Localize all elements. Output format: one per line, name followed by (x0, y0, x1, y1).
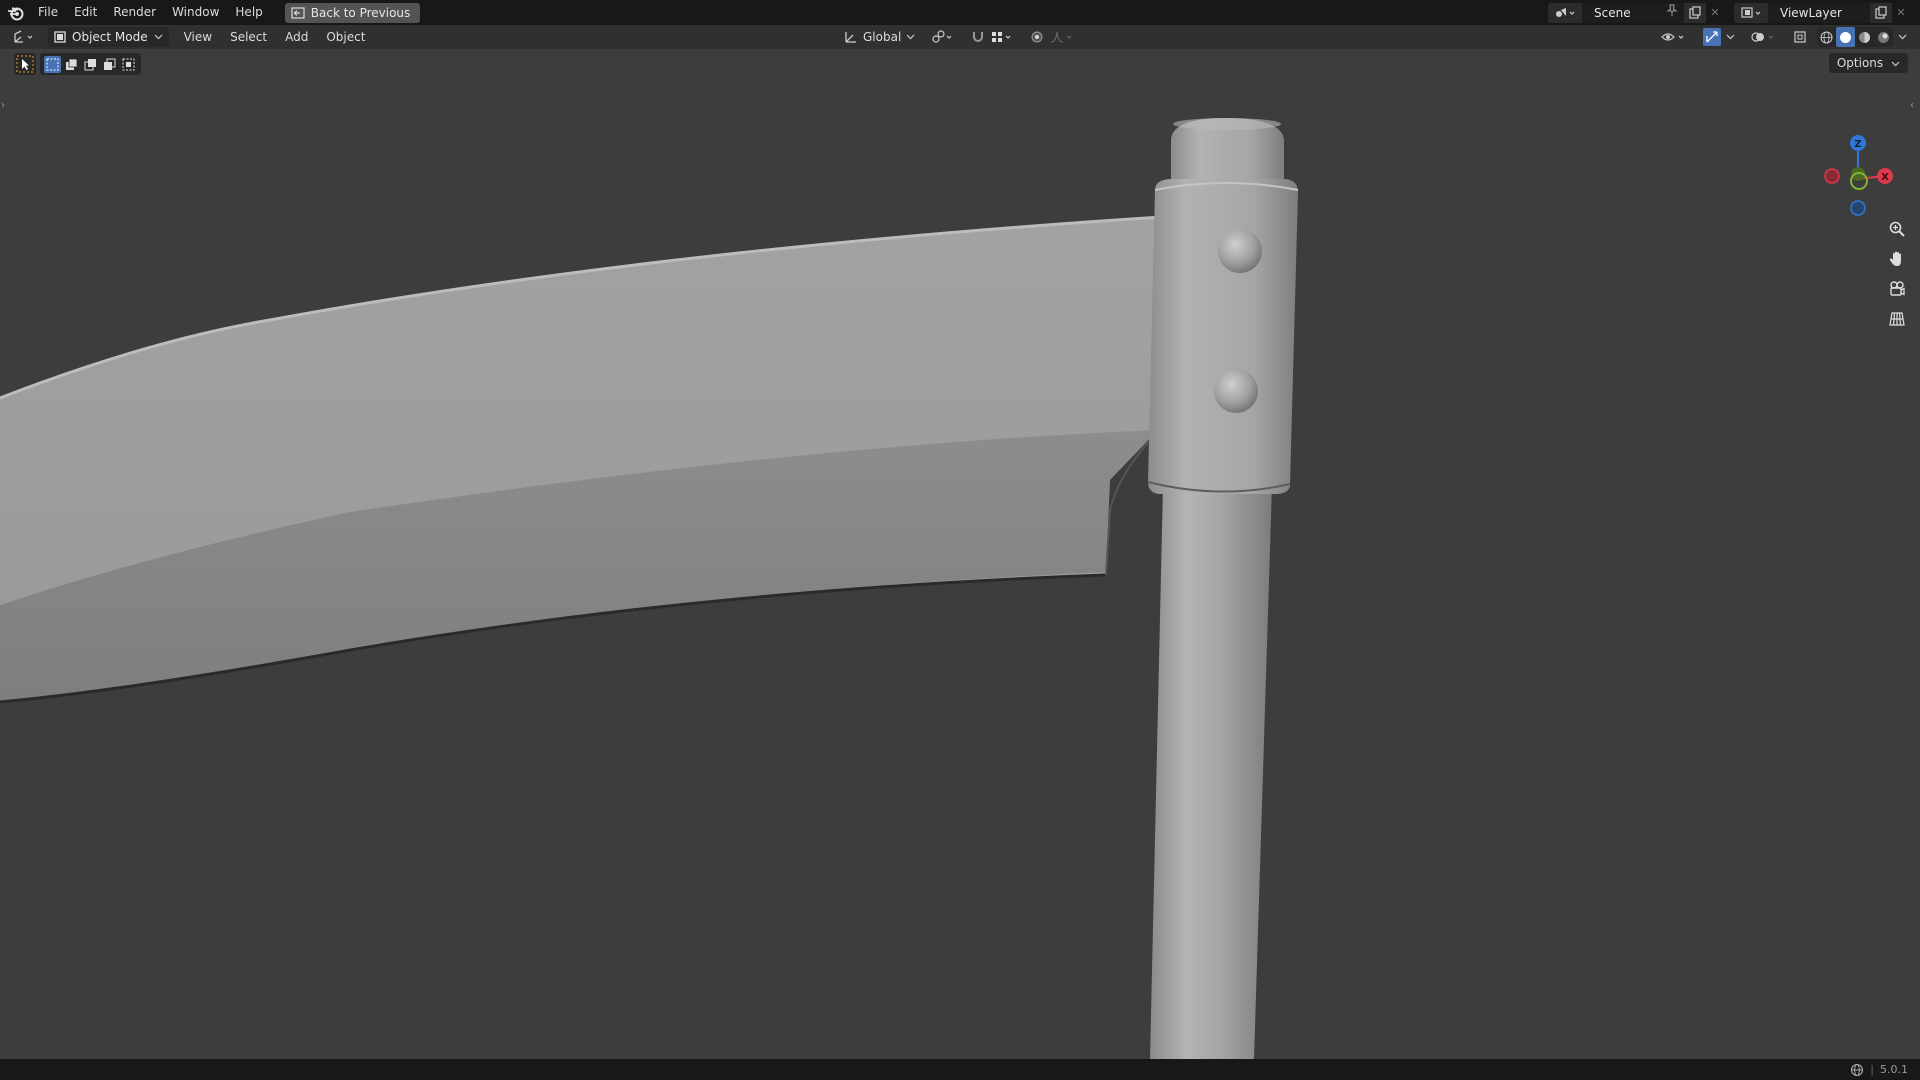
scene-name: Scene (1594, 5, 1631, 20)
snap-controls[interactable] (965, 27, 1020, 47)
3d-viewport[interactable]: › ‹ Z X (0, 49, 1920, 1059)
rendered-icon (1878, 31, 1889, 43)
blender-version: 5.0.1 (1880, 1063, 1908, 1076)
remove-viewlayer-icon[interactable]: ✕ (1892, 3, 1910, 23)
camera-view-button[interactable] (1884, 277, 1910, 301)
orientation-icon (845, 32, 856, 43)
menu-help[interactable]: Help (227, 0, 270, 25)
blender-logo-icon[interactable] (2, 0, 30, 25)
camera-icon (1890, 281, 1905, 296)
overlays-toggle[interactable] (1745, 27, 1783, 47)
gizmo-toggle[interactable] (1697, 27, 1741, 47)
gizmo-z-label: Z (1854, 139, 1861, 150)
duplicate-icon (1875, 5, 1887, 19)
toolbar-expand-icon[interactable]: › (1, 100, 9, 114)
material-icon (1859, 31, 1870, 43)
selectability-visibility-icon (1661, 33, 1684, 41)
menu-render[interactable]: Render (105, 0, 164, 25)
top-menu-bar: File Edit Render Window Help Back to Pre… (0, 0, 1920, 25)
snap-grid-icon (992, 32, 1011, 42)
viewlayer-browse-button[interactable] (1734, 2, 1768, 23)
zoom-icon (1889, 221, 1905, 237)
viewlayer-icon (1741, 6, 1761, 18)
3d-viewport-icon (14, 30, 33, 43)
duplicate-icon (1689, 5, 1701, 19)
falloff-icon (1051, 31, 1072, 43)
navigation-gizmo[interactable]: Z X (1816, 129, 1896, 219)
viewport-display-controls (1655, 27, 1908, 47)
remove-scene-icon[interactable]: ✕ (1706, 3, 1724, 23)
hand-icon (1889, 251, 1901, 266)
shading-options-chevron-icon[interactable] (1897, 33, 1908, 41)
chevron-down-icon (154, 34, 163, 40)
xray-toggle[interactable] (1787, 27, 1813, 47)
perspective-toggle-button[interactable] (1884, 307, 1910, 331)
overlays-icon (1751, 32, 1774, 42)
transform-orientation-dropdown[interactable]: Global (838, 27, 921, 47)
gizmo-x-label: X (1881, 172, 1889, 183)
chevron-down-icon (906, 34, 915, 40)
menu-file[interactable]: File (30, 0, 66, 25)
gizmo-neg-x-handle (1824, 168, 1840, 184)
menu-window[interactable]: Window (164, 0, 227, 25)
globe-icon (1851, 1063, 1864, 1076)
wireframe-icon (1820, 31, 1833, 43)
new-viewlayer-button[interactable] (1870, 2, 1892, 23)
pivot-icon (932, 30, 952, 43)
sidebar-expand-icon[interactable]: ‹ (1910, 100, 1918, 114)
solid-icon (1840, 31, 1851, 43)
viewlayer-name-field[interactable]: ViewLayer (1768, 2, 1870, 23)
viewlayer-name: ViewLayer (1780, 5, 1842, 20)
zoom-button[interactable] (1884, 217, 1910, 241)
grid-perspective-icon (1889, 312, 1905, 326)
viewlayer-selector: ViewLayer ✕ (1734, 2, 1910, 23)
gizmo-neg-z-handle (1850, 200, 1866, 216)
header-menu-object[interactable]: Object (317, 30, 374, 44)
scene-selector: Scene ✕ (1548, 2, 1724, 23)
back-to-previous-button[interactable]: Back to Previous (284, 2, 421, 23)
wireframe-shading-button[interactable] (1817, 27, 1836, 47)
new-scene-button[interactable] (1684, 2, 1706, 23)
pan-button[interactable] (1884, 247, 1910, 271)
scene-name-field[interactable]: Scene (1582, 2, 1684, 23)
back-to-previous-label: Back to Previous (310, 5, 411, 20)
navigation-tools (1884, 217, 1910, 331)
header-menu-add[interactable]: Add (276, 30, 317, 44)
viewport-header: Object Mode View Select Add Object Globa… (0, 25, 1920, 49)
proportional-edit-icon (1031, 31, 1043, 43)
menu-edit[interactable]: Edit (66, 0, 105, 25)
scene-browse-button[interactable] (1548, 2, 1582, 23)
chevron-down-icon (1726, 34, 1735, 40)
header-menu-view[interactable]: View (175, 30, 221, 44)
material-shading-button[interactable] (1855, 27, 1874, 47)
transform-controls: Global (838, 27, 1081, 47)
status-bar: | 5.0.1 (0, 1059, 1920, 1080)
rendered-shading-button[interactable] (1874, 27, 1893, 47)
shading-mode-group (1817, 27, 1893, 47)
object-mode-icon (54, 31, 66, 43)
editor-type-button[interactable] (10, 27, 40, 47)
screen-back-icon (291, 6, 305, 19)
snap-magnet-icon (973, 32, 984, 42)
header-menu-select[interactable]: Select (221, 30, 276, 44)
status-divider: | (1870, 1063, 1874, 1076)
object-mode-label: Object Mode (72, 30, 148, 44)
pivot-point-dropdown[interactable] (925, 27, 961, 47)
solid-shading-button[interactable] (1836, 27, 1855, 47)
orientation-label: Global (863, 30, 902, 44)
gizmo-icon (1703, 28, 1721, 46)
xray-icon (1794, 31, 1806, 43)
object-mode-dropdown[interactable]: Object Mode (48, 27, 169, 47)
scythe-model (0, 118, 1299, 1059)
pin-icon[interactable] (1666, 3, 1678, 17)
scene-icon (1556, 7, 1575, 17)
visibility-dropdown[interactable] (1655, 27, 1693, 47)
proportional-editing-controls[interactable] (1024, 27, 1081, 47)
